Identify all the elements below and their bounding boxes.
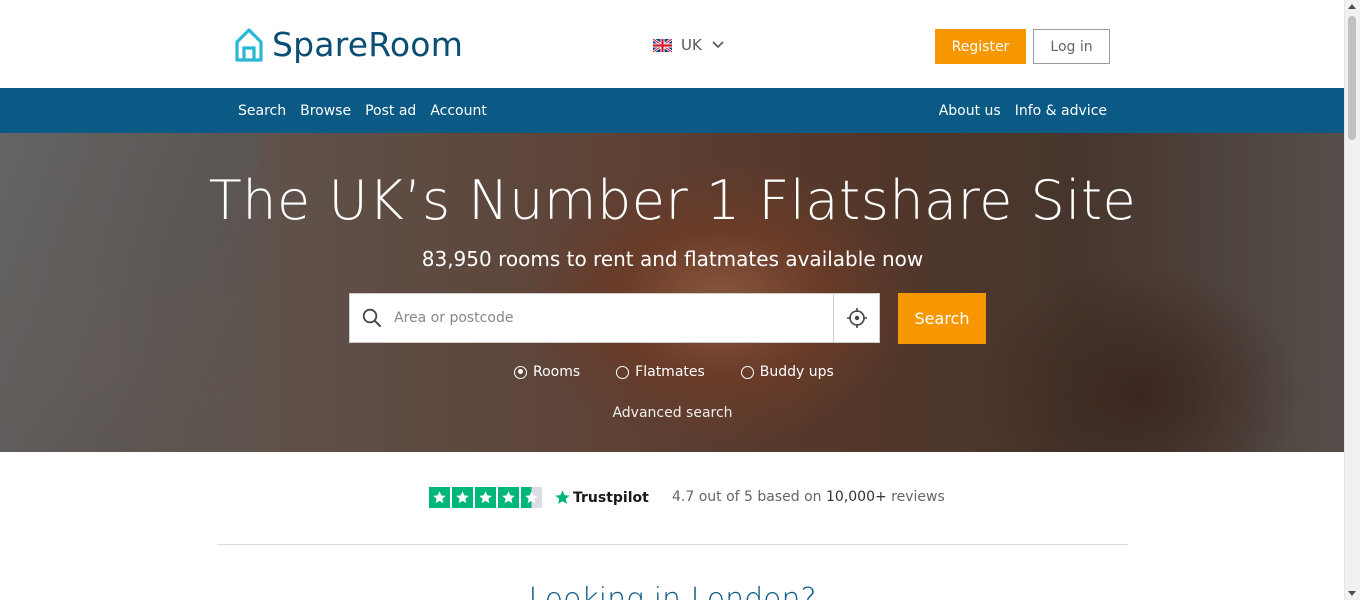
radio-buddy-ups[interactable]: Buddy ups (740, 364, 834, 380)
scroll-down-icon[interactable] (1348, 591, 1356, 596)
star-icon (498, 487, 519, 508)
house-logo-icon (235, 27, 263, 62)
crosshair-icon (846, 308, 867, 328)
top-header: SpareRoom UK Register Log in (0, 0, 1345, 88)
radio-flatmates[interactable]: Flatmates (616, 364, 705, 380)
divider (217, 544, 1128, 545)
scroll-thumb[interactable] (1348, 16, 1356, 140)
logo-text: SpareRoom (272, 25, 464, 64)
nav-browse[interactable]: Browse (300, 103, 351, 119)
chevron-down-icon (712, 41, 724, 49)
trustpilot-logo: Trustpilot (554, 489, 649, 506)
trustpilot-widget[interactable]: Trustpilot (429, 487, 649, 508)
trustpilot-brand: Trustpilot (573, 489, 649, 506)
star-icon (429, 487, 450, 508)
radio-label: Rooms (533, 364, 581, 380)
page-scrollbar[interactable] (1344, 0, 1360, 600)
region-label: UK (681, 36, 702, 54)
nav-post-ad[interactable]: Post ad (365, 103, 416, 119)
login-button[interactable]: Log in (1033, 29, 1110, 64)
nav-right: About us Info & advice (939, 88, 1107, 133)
star-icon (475, 487, 496, 508)
register-button[interactable]: Register (935, 29, 1026, 64)
hero-banner: The UK’s Number 1 Flatshare Site 83,950 … (0, 133, 1345, 452)
trustpilot-star-icon (555, 490, 570, 504)
uk-flag-icon (653, 38, 672, 52)
rating-suffix: reviews (891, 489, 945, 505)
page: SpareRoom UK Register Log in Search Brow… (0, 0, 1345, 600)
section-heading: Looking in London? (528, 582, 817, 600)
radio-unchecked-icon (740, 365, 754, 379)
search-type-options: Rooms Flatmates Buddy ups (514, 364, 834, 380)
search-input[interactable] (392, 294, 833, 342)
half-star-icon (521, 487, 542, 508)
rating-summary: 4.7 out of 5 based on 10,000+ reviews (672, 489, 945, 505)
rating-prefix: 4.7 out of 5 based on (672, 489, 822, 505)
rating-stars (429, 487, 542, 508)
search-box (349, 293, 880, 343)
nav-account[interactable]: Account (430, 103, 487, 119)
star-icon (452, 487, 473, 508)
scroll-up-icon[interactable] (1348, 4, 1356, 9)
radio-unchecked-icon (616, 365, 630, 379)
advanced-search-link[interactable]: Advanced search (0, 405, 1345, 421)
hero-subtitle: 83,950 rooms to rent and flatmates avail… (421, 247, 924, 271)
main-nav: Search Browse Post ad Account About us I… (0, 88, 1345, 133)
review-count: 10,000+ (826, 489, 887, 505)
nav-search[interactable]: Search (238, 103, 286, 119)
search-icon (362, 308, 381, 327)
hero-title: The UK’s Number 1 Flatshare Site (208, 169, 1137, 232)
region-selector[interactable]: UK (653, 36, 724, 54)
radio-rooms[interactable]: Rooms (514, 364, 580, 380)
spareroom-logo[interactable]: SpareRoom (234, 25, 463, 64)
radio-label: Flatmates (635, 364, 705, 380)
nav-about-us[interactable]: About us (939, 103, 1001, 119)
nav-info-advice[interactable]: Info & advice (1015, 103, 1107, 119)
nav-left: Search Browse Post ad Account (238, 88, 487, 133)
search-button[interactable]: Search (898, 293, 986, 344)
locate-me-button[interactable] (833, 294, 879, 342)
radio-checked-icon (514, 365, 527, 379)
radio-label: Buddy ups (759, 364, 834, 380)
